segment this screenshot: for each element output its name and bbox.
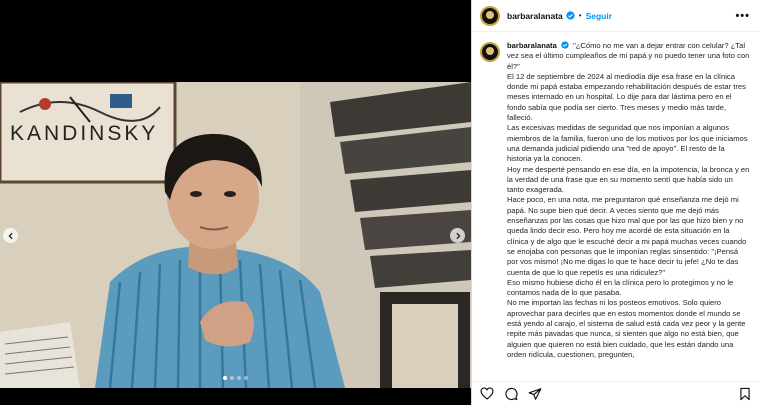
carousel-dots	[0, 376, 471, 380]
caption-username[interactable]: barbaralanata	[507, 41, 557, 50]
caption-paragraph: Hoy me desperté pensando en ese día, en …	[507, 164, 750, 195]
instagram-post-modal: KANDINSKY barbaralanata • Seguir ••• bar…	[0, 0, 760, 405]
header-username[interactable]: barbaralanata	[507, 11, 563, 21]
verified-badge-icon	[561, 41, 569, 49]
caption-paragraph: Las excesivas medidas de seguridad que n…	[507, 123, 748, 164]
post-side-panel: barbaralanata • Seguir ••• barbaralanata…	[471, 0, 760, 405]
chevron-right-icon	[455, 232, 461, 239]
poster-text: KANDINSKY	[10, 122, 158, 145]
more-options-icon[interactable]: •••	[735, 10, 750, 22]
caption-paragraph: Eso mismo hubiese dicho él en la clínica…	[507, 277, 734, 298]
carousel-next-button[interactable]	[450, 228, 465, 243]
verified-badge-icon	[566, 11, 575, 20]
header-separator: •	[578, 11, 582, 20]
follow-button[interactable]: Seguir	[586, 11, 612, 21]
caption-text: barbaralanata "¿Cómo no me van a dejar e…	[507, 41, 750, 380]
action-bar	[472, 381, 760, 405]
caption-paragraph: El 12 de septiembre de 2024 al mediodía …	[507, 71, 746, 123]
caption-paragraph: Hace poco, en una nota, me preguntaron q…	[507, 195, 747, 277]
caption-paragraph: No me importan las fechas ni los posteos…	[507, 298, 746, 359]
caption-avatar[interactable]	[480, 42, 500, 62]
post-photo: KANDINSKY	[0, 82, 471, 388]
bookmark-icon[interactable]	[738, 387, 752, 401]
comment-icon[interactable]	[504, 387, 518, 401]
carousel-dot-4	[244, 376, 248, 380]
share-icon[interactable]	[528, 387, 542, 401]
carousel-prev-button[interactable]	[3, 228, 18, 243]
media-pane: KANDINSKY	[0, 0, 471, 405]
avatar[interactable]	[480, 5, 500, 26]
carousel-dot-1	[223, 376, 227, 380]
carousel-dot-2	[230, 376, 234, 380]
post-header: barbaralanata • Seguir •••	[472, 0, 760, 32]
heart-icon[interactable]	[480, 386, 494, 401]
caption-area: barbaralanata "¿Cómo no me van a dejar e…	[472, 33, 760, 380]
chevron-left-icon	[7, 232, 13, 239]
carousel-dot-3	[237, 376, 241, 380]
